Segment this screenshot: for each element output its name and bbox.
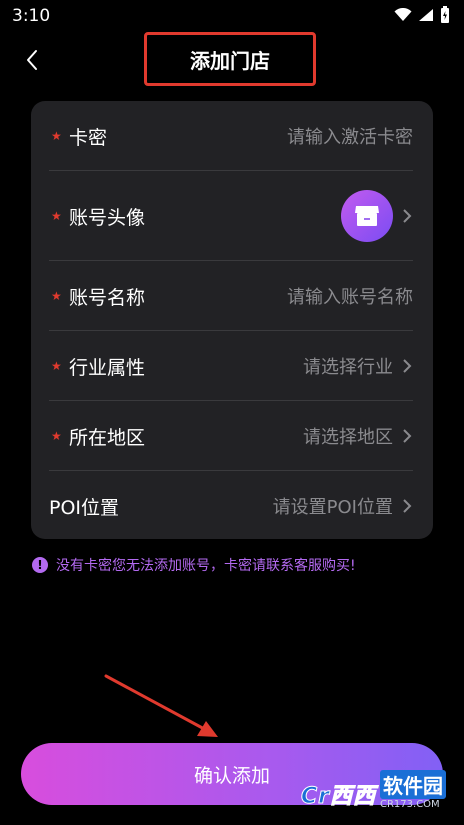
notice-text: 没有卡密您无法添加账号，卡密请联系客服购买! [56, 558, 356, 574]
required-star-icon: ★ [51, 429, 62, 443]
form-card: ★ 卡密 请输入激活卡密 ★ 账号头像 ★ 账号名称 请输入账号名称 ★ 行业属性 请选… [31, 101, 433, 539]
status-bar: 3:10 [0, 0, 464, 32]
required-star-icon: ★ [51, 129, 62, 143]
row-label: 行业属性 [69, 356, 146, 379]
battery-icon [441, 6, 449, 23]
required-star-icon: ★ [51, 359, 62, 373]
region-select[interactable]: 请选择地区 [303, 423, 393, 449]
row-account-name[interactable]: ★ 账号名称 请输入账号名称 [49, 261, 413, 331]
row-label: POI位置 [49, 496, 120, 519]
row-label: 账号名称 [69, 286, 146, 309]
row-label: 账号头像 [69, 206, 146, 229]
confirm-add-label: 确认添加 [193, 765, 270, 787]
watermark-sub-text: CR173.COM [380, 799, 440, 810]
chevron-right-icon [403, 359, 412, 373]
title-highlight-box: 添加门店 [144, 32, 316, 86]
back-button[interactable] [18, 46, 46, 74]
wifi-icon [394, 8, 412, 21]
chevron-right-icon [403, 499, 412, 513]
chevron-right-icon [403, 209, 412, 223]
avatar[interactable] [341, 190, 393, 242]
status-icons [394, 6, 450, 24]
row-label: 所在地区 [69, 426, 146, 449]
account-name-input[interactable]: 请输入账号名称 [287, 283, 413, 309]
row-avatar[interactable]: ★ 账号头像 [49, 171, 413, 261]
chevron-left-icon [27, 50, 37, 70]
row-region[interactable]: ★ 所在地区 请选择地区 [49, 401, 413, 471]
info-icon: ! [32, 557, 48, 573]
required-star-icon: ★ [51, 209, 62, 223]
chevron-right-icon [403, 429, 412, 443]
row-industry[interactable]: ★ 行业属性 请选择行业 [49, 331, 413, 401]
signal-icon [419, 9, 433, 21]
store-icon [355, 206, 379, 226]
watermark-logo: Cr西西 软件园 CR173.COM [301, 770, 446, 810]
row-poi[interactable]: POI位置 请设置POI位置 [49, 471, 413, 541]
required-star-icon: ★ [51, 289, 62, 303]
row-card-key[interactable]: ★ 卡密 请输入激活卡密 [49, 101, 413, 171]
industry-select[interactable]: 请选择行业 [303, 353, 393, 379]
card-key-input[interactable]: 请输入激活卡密 [287, 123, 413, 149]
row-label: 卡密 [69, 126, 108, 149]
page-title: 添加门店 [190, 48, 270, 73]
nav-bar: 添加门店 [0, 32, 464, 88]
notice: ! 没有卡密您无法添加账号，卡密请联系客服购买! [32, 555, 356, 575]
status-time: 3:10 [12, 6, 51, 26]
watermark-mark: Cr西西 [301, 784, 376, 810]
poi-select[interactable]: 请设置POI位置 [273, 493, 393, 519]
watermark-main-text: 软件园 [380, 770, 446, 799]
